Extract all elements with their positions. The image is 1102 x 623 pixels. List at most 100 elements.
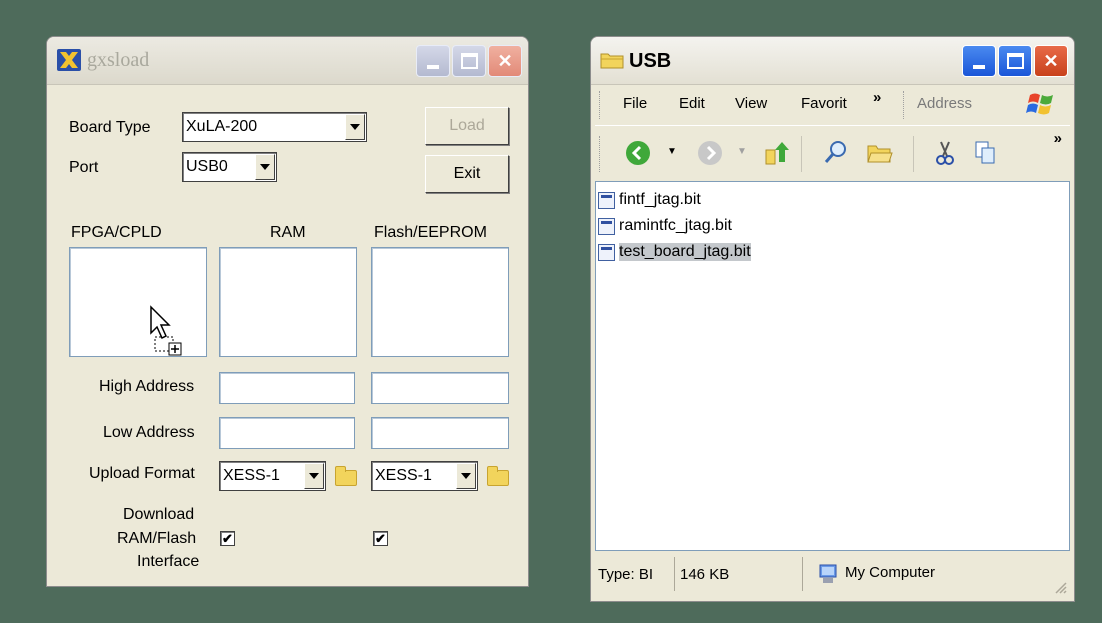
ram-low-address-input[interactable]	[219, 417, 355, 449]
toolbar-grip[interactable]	[599, 136, 602, 172]
folder-icon	[600, 51, 624, 69]
port-value: USB0	[186, 158, 228, 175]
high-address-label: High Address	[99, 378, 195, 395]
bit-file-icon	[598, 243, 615, 261]
toolbar-chevron-more[interactable]: »	[1054, 130, 1062, 147]
forward-icon[interactable]	[697, 140, 723, 166]
my-computer-icon	[817, 563, 839, 585]
menu-chevron-more[interactable]: »	[873, 89, 881, 106]
exit-button[interactable]: Exit	[425, 155, 509, 193]
close-button[interactable]: ✕	[1034, 45, 1068, 77]
maximize-button[interactable]	[998, 45, 1032, 77]
menu-view[interactable]: View	[735, 95, 767, 112]
copy-icon[interactable]	[973, 140, 997, 166]
chevron-down-icon[interactable]	[255, 154, 275, 180]
file-list[interactable]: fintf_jtag.bit ramintfc_jtag.bit test_bo…	[595, 181, 1070, 551]
standard-toolbar: ▼ ▼ »	[595, 125, 1070, 181]
drag-copy-cursor-icon	[149, 305, 189, 357]
folders-icon[interactable]	[867, 142, 893, 164]
close-icon: ✕	[1043, 50, 1059, 71]
gxsload-window: gxsload ✕ Board Type XuLA-200 Port USB0 …	[46, 36, 529, 587]
minimize-icon	[973, 65, 985, 69]
minimize-button[interactable]	[416, 45, 450, 77]
chevron-down-icon[interactable]	[345, 114, 365, 140]
list-item-selected[interactable]: test_board_jtag.bit	[598, 240, 751, 264]
chevron-down-icon[interactable]	[456, 463, 476, 489]
ram-browse-folder-icon[interactable]	[335, 466, 357, 486]
resize-grip-icon[interactable]	[1052, 579, 1068, 595]
cut-icon[interactable]	[933, 140, 957, 166]
menu-bar-grip[interactable]	[599, 91, 602, 119]
windows-logo-icon	[1026, 89, 1056, 119]
file-name: fintf_jtag.bit	[619, 191, 701, 208]
status-location: My Computer	[845, 564, 936, 581]
file-name: ramintfc_jtag.bit	[619, 217, 732, 234]
gxsload-window-controls: ✕	[416, 45, 522, 77]
flash-high-address-input[interactable]	[371, 372, 509, 404]
download-interface-label-line2: RAM/Flash	[117, 530, 197, 547]
close-icon: ✕	[497, 50, 513, 71]
close-button[interactable]: ✕	[488, 45, 522, 77]
ram-high-address-input[interactable]	[219, 372, 355, 404]
low-address-label: Low Address	[103, 424, 195, 441]
search-icon[interactable]	[823, 139, 849, 165]
file-name: test_board_jtag.bit	[619, 243, 751, 261]
menu-file[interactable]: File	[623, 95, 647, 112]
load-button[interactable]: Load	[425, 107, 509, 145]
flash-download-interface-checkbox[interactable]: ✔	[373, 531, 388, 546]
flash-drop-area[interactable]	[371, 247, 509, 357]
bit-file-icon	[598, 191, 615, 209]
ram-column-header: RAM	[270, 224, 306, 241]
toolbar-separator-1	[801, 136, 802, 172]
explorer-window-controls: ✕	[962, 45, 1068, 77]
board-type-value: XuLA-200	[186, 118, 258, 135]
fpga-column-header: FPGA/CPLD	[71, 224, 162, 241]
gxsload-titlebar[interactable]: gxsload ✕	[47, 37, 528, 85]
download-interface-label-line3: Interface	[137, 553, 200, 570]
address-bar-grip[interactable]	[903, 91, 906, 119]
back-icon[interactable]	[625, 140, 651, 166]
flash-browse-folder-icon[interactable]	[487, 466, 509, 486]
toolbar-separator-2	[913, 136, 914, 172]
port-select[interactable]: USB0	[182, 152, 277, 182]
status-bar: Type: BI 146 KB My Computer	[595, 551, 1070, 597]
status-type: Type: BI	[595, 557, 675, 591]
menu-bar: File Edit View Favorit » Address	[595, 85, 1070, 125]
minimize-icon	[427, 65, 439, 69]
flash-low-address-input[interactable]	[371, 417, 509, 449]
explorer-title: USB	[629, 50, 672, 72]
list-item[interactable]: ramintfc_jtag.bit	[598, 214, 732, 238]
exit-button-label: Exit	[453, 165, 481, 182]
port-label: Port	[69, 159, 99, 176]
maximize-icon	[1007, 53, 1024, 69]
upload-format-label: Upload Format	[89, 465, 195, 482]
ram-drop-area[interactable]	[219, 247, 357, 357]
explorer-titlebar[interactable]: USB ✕	[591, 37, 1074, 85]
menu-edit[interactable]: Edit	[679, 95, 705, 112]
back-dropdown-icon[interactable]: ▼	[667, 146, 677, 157]
minimize-button[interactable]	[962, 45, 996, 77]
download-interface-label-line1: Download	[123, 506, 195, 523]
board-type-label: Board Type	[69, 119, 151, 136]
status-size: 146 KB	[677, 557, 803, 591]
ram-upload-format-select[interactable]: XESS-1	[219, 461, 326, 491]
xilinx-app-icon	[57, 49, 81, 71]
chevron-down-icon[interactable]	[304, 463, 324, 489]
address-label[interactable]: Address	[917, 95, 972, 112]
maximize-button[interactable]	[452, 45, 486, 77]
list-item[interactable]: fintf_jtag.bit	[598, 188, 701, 212]
flash-column-header: Flash/EEPROM	[374, 224, 487, 241]
flash-upload-format-select[interactable]: XESS-1	[371, 461, 478, 491]
gxsload-title: gxsload	[87, 49, 150, 71]
load-button-label: Load	[449, 117, 485, 134]
board-type-select[interactable]: XuLA-200	[182, 112, 367, 142]
flash-upload-format-value: XESS-1	[375, 467, 432, 484]
ram-download-interface-checkbox[interactable]: ✔	[220, 531, 235, 546]
ram-upload-format-value: XESS-1	[223, 467, 280, 484]
menu-favorites[interactable]: Favorit	[801, 95, 847, 112]
forward-dropdown-icon[interactable]: ▼	[737, 146, 747, 157]
bit-file-icon	[598, 217, 615, 235]
explorer-window: USB ✕ File Edit View Favorit » Address ▼…	[590, 36, 1075, 602]
maximize-icon	[461, 53, 478, 69]
up-folder-icon[interactable]	[763, 140, 789, 166]
